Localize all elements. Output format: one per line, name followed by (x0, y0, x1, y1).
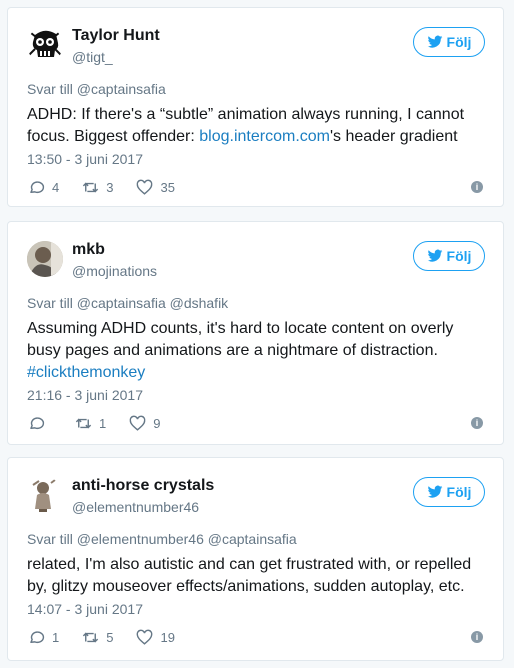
timestamp[interactable]: 21:16 - 3 juni 2017 (27, 387, 143, 403)
reply-button[interactable]: 1 (27, 628, 59, 647)
tweet-text-after: 's header gradient (329, 128, 458, 145)
bird-icon (427, 249, 442, 262)
reply-button[interactable] (27, 414, 52, 433)
hashtag-link[interactable]: #clickthemonkey (27, 364, 145, 381)
author-name[interactable]: anti-horse crystals (72, 477, 214, 495)
info-icon[interactable]: i (471, 417, 483, 429)
follow-label: Följ (446, 34, 472, 50)
figure-avatar-icon (27, 477, 63, 513)
reply-icon (30, 630, 45, 643)
retweet-icon (83, 632, 99, 642)
reply-icon (30, 180, 45, 193)
heart-icon (137, 629, 153, 645)
tweet-card: anti-horse crystals @elementnumber46 Föl… (7, 457, 504, 661)
reply-count: 4 (52, 179, 60, 195)
retweet-button[interactable]: 3 (81, 178, 113, 197)
follow-button[interactable]: Följ (413, 477, 485, 507)
skull-avatar-icon (27, 27, 63, 63)
like-button[interactable]: 35 (135, 178, 175, 197)
tweet-card: Taylor Hunt @tigt_ Följ Svar till @capta… (7, 7, 504, 207)
retweet-button[interactable]: 5 (81, 628, 113, 647)
tweet-text: related, I'm also autistic and can get f… (27, 556, 472, 595)
follow-label: Följ (446, 484, 472, 500)
timestamp[interactable]: 13:50 - 3 juni 2017 (27, 151, 143, 167)
action-bar: 1 5 19 (27, 627, 197, 647)
reply-mention[interactable]: @elementnumber46 @captainsafia (77, 531, 297, 547)
like-count: 9 (153, 415, 161, 431)
bird-icon (427, 35, 442, 48)
follow-button[interactable]: Följ (413, 241, 485, 271)
avatar[interactable] (27, 477, 63, 513)
reply-button[interactable]: 4 (27, 178, 59, 197)
tweet-text: ADHD: If there's a “subtle” animation al… (27, 104, 487, 148)
retweet-button[interactable]: 1 (74, 414, 106, 433)
follow-label: Följ (446, 248, 472, 264)
reply-prefix: Svar till (27, 81, 73, 97)
reply-mention[interactable]: @captainsafia (77, 81, 166, 97)
reply-prefix: Svar till (27, 531, 73, 547)
reply-icon (30, 416, 45, 429)
tweet-link[interactable]: blog.intercom.com (199, 128, 330, 145)
info-icon[interactable]: i (471, 181, 483, 193)
action-bar: 1 9 (27, 413, 182, 433)
tweet-card: mkb @mojinations Följ Svar till @captain… (7, 221, 504, 445)
timestamp[interactable]: 14:07 - 3 juni 2017 (27, 601, 143, 617)
author-handle[interactable]: @tigt_ (72, 49, 113, 65)
retweet-icon (75, 418, 92, 428)
author-name[interactable]: mkb (72, 241, 105, 259)
retweet-icon (83, 182, 99, 192)
tweet-text: Assuming ADHD counts, it's hard to locat… (27, 318, 487, 384)
retweet-count: 5 (106, 629, 114, 645)
retweet-count: 3 (106, 179, 114, 195)
like-count: 35 (160, 179, 175, 195)
like-button[interactable]: 9 (128, 414, 160, 433)
avatar[interactable] (27, 241, 63, 277)
reply-context: Svar till @captainsafia @dshafik (27, 295, 228, 311)
reply-count: 1 (52, 629, 60, 645)
heart-icon (137, 179, 153, 195)
like-button[interactable]: 19 (135, 628, 175, 647)
heart-icon (129, 415, 146, 431)
retweet-count: 1 (99, 415, 107, 431)
reply-context: Svar till @elementnumber46 @captainsafia (27, 531, 297, 547)
reply-prefix: Svar till (27, 295, 73, 311)
bird-icon (427, 485, 442, 498)
tweet-text-body: Assuming ADHD counts, it's hard to locat… (27, 320, 454, 359)
author-name[interactable]: Taylor Hunt (72, 27, 160, 45)
info-icon[interactable]: i (471, 631, 483, 643)
reply-context: Svar till @captainsafia (27, 81, 166, 97)
avatar[interactable] (27, 27, 63, 63)
follow-button[interactable]: Följ (413, 27, 485, 57)
person-avatar-icon (27, 241, 63, 277)
like-count: 19 (160, 629, 175, 645)
author-handle[interactable]: @mojinations (72, 263, 157, 279)
action-bar: 4 3 35 (27, 177, 197, 197)
reply-mention[interactable]: @captainsafia @dshafik (77, 295, 228, 311)
author-handle[interactable]: @elementnumber46 (72, 499, 199, 515)
